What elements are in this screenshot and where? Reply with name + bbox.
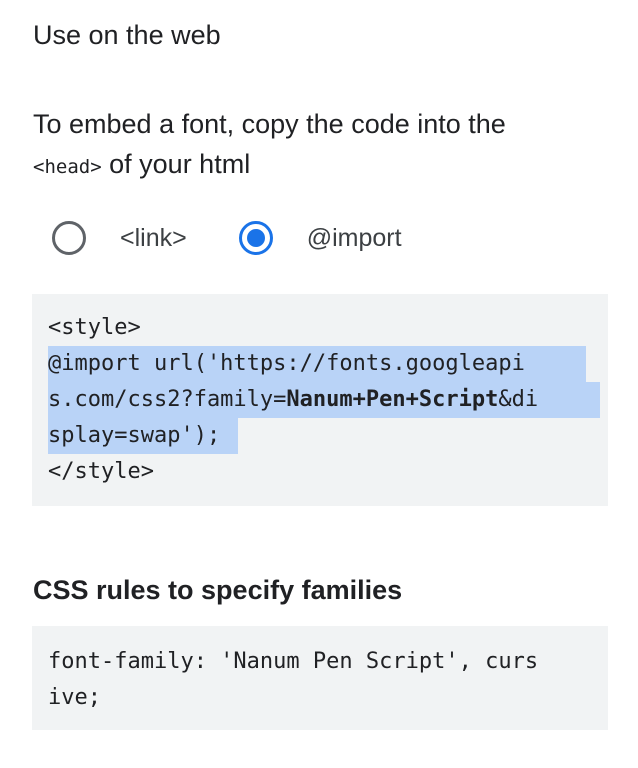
code-line-selected: splay=swap'); xyxy=(48,418,608,454)
radio-option-import[interactable]: @import xyxy=(238,221,402,255)
radio-checked-icon[interactable] xyxy=(238,221,273,255)
code-segment: s.com/css2?family= xyxy=(48,387,287,412)
code-line: font-family: 'Nanum Pen Script', curs xyxy=(48,649,539,674)
embed-method-radio-group: <link> @import xyxy=(52,218,402,258)
embed-description: To embed a font, copy the code into the <… xyxy=(33,104,603,187)
font-family-param: Nanum+Pen+Script xyxy=(286,387,499,412)
css-rules-title: CSS rules to specify families xyxy=(33,575,403,605)
radio-label-import[interactable]: @import xyxy=(307,224,402,253)
code-line-selected: @import url('https://fonts.googleapi xyxy=(48,346,608,382)
embed-description-text: To embed a font, copy the code into the xyxy=(33,109,506,139)
code-line: ive; xyxy=(48,685,101,710)
code-line-selected: s.com/css2?family=Nanum+Pen+Script&di xyxy=(48,382,608,418)
radio-unchecked-icon[interactable] xyxy=(52,221,86,255)
section-title: Use on the web xyxy=(33,20,221,50)
head-tag-code: <head> xyxy=(33,156,102,178)
selected-code-text: splay=swap'); xyxy=(48,418,238,454)
css-rules-code-block[interactable]: font-family: 'Nanum Pen Script', curs iv… xyxy=(32,626,608,730)
radio-label-link[interactable]: <link> xyxy=(120,224,187,253)
selected-code-text: @import url('https://fonts.googleapi xyxy=(48,346,586,382)
code-line: <style> xyxy=(48,315,141,340)
radio-option-link[interactable]: <link> xyxy=(52,221,187,255)
embed-description-suffix: of your html xyxy=(101,149,251,179)
import-code-block[interactable]: <style> @import url('https://fonts.googl… xyxy=(32,294,608,506)
selected-code-text: s.com/css2?family=Nanum+Pen+Script&di xyxy=(48,382,600,418)
code-line: </style> xyxy=(48,459,154,484)
code-segment: &di xyxy=(498,387,539,412)
